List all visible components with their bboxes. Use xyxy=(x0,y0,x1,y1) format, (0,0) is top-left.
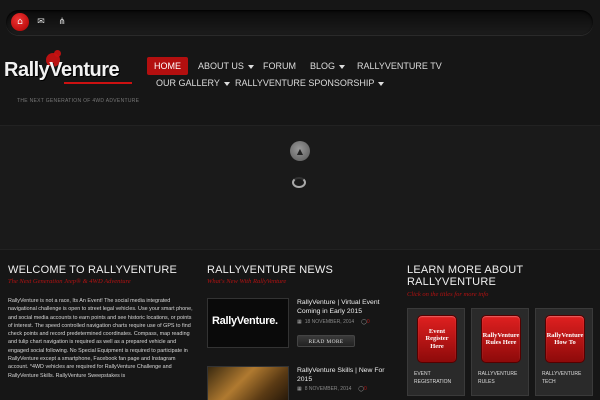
mail-icon[interactable]: ✉ xyxy=(32,13,50,31)
news-item-meta: ▦ 18 NOVEMBER, 2014 ◯0 xyxy=(297,319,370,325)
logo-text: RallyVenture xyxy=(4,59,120,81)
tile-caption[interactable]: EVENT REGISTRATION xyxy=(414,371,464,386)
learn-title: LEARN MORE ABOUT RALLYVENTURE xyxy=(407,264,524,288)
caret-down-icon xyxy=(223,81,230,86)
nav-item-home[interactable]: HOME xyxy=(147,57,188,75)
news-thumbnail[interactable]: RallyVenture. xyxy=(207,298,289,348)
news-subtitle: What's New With RallyVenture xyxy=(207,278,287,285)
news-thumbnail[interactable] xyxy=(207,366,289,400)
caret-down-icon xyxy=(339,64,346,69)
nav-item-label: BLOG xyxy=(310,61,336,71)
home-icon[interactable]: ⌂ xyxy=(11,13,29,31)
calendar-icon: ▦ xyxy=(297,319,302,325)
loading-spinner-icon xyxy=(292,177,306,188)
tile-caption[interactable]: RALLYVENTURE TECH xyxy=(542,371,592,386)
tagline: THE NEXT GENERATION OF 4WD ADVENTURE xyxy=(17,98,140,104)
top-utility-bar: ⌂ ✉ ⋔ xyxy=(6,10,593,35)
welcome-section: WELCOME TO RALLYVENTURE The Next Generat… xyxy=(8,264,193,380)
tile-rallyventure-rules[interactable]: RallyVenture Rules Here RALLYVENTURE RUL… xyxy=(471,308,529,396)
learn-subtitle: Click on the titles for more info xyxy=(407,291,489,298)
tile-event-registration[interactable]: Event Register Here EVENT REGISTRATION xyxy=(407,308,465,396)
nav-item-label: FORUM xyxy=(263,61,296,71)
nav-item-rallyventure-tv[interactable]: RALLYVENTURE TV xyxy=(357,57,442,75)
news-item-title[interactable]: RallyVenture | Virtual Event Coming in E… xyxy=(297,298,392,316)
tile-caption[interactable]: RALLYVENTURE RULES xyxy=(478,371,528,386)
caret-down-icon xyxy=(247,64,254,69)
nav-item-about-us[interactable]: ABOUT US xyxy=(198,57,254,75)
nav-item-sponsorship[interactable]: RALLYVENTURE SPONSORSHIP xyxy=(235,74,385,92)
news-item-date: 18 NOVEMBER, 2014 xyxy=(304,319,355,325)
news-item-comment-count[interactable]: 0 xyxy=(367,319,370,325)
logo-underline xyxy=(64,82,132,84)
calendar-icon: ▦ xyxy=(297,386,302,392)
nav-item-label: RALLYVENTURE SPONSORSHIP xyxy=(235,78,375,88)
chevron-up-icon[interactable]: ▲ xyxy=(290,141,310,161)
learn-more-section: LEARN MORE ABOUT RALLYVENTURE Click on t… xyxy=(407,264,593,396)
nav-item-blog[interactable]: BLOG xyxy=(310,57,346,75)
nav-item-our-gallery[interactable]: OUR GALLERY xyxy=(156,74,230,92)
rules-button[interactable]: RallyVenture Rules Here xyxy=(481,315,521,363)
how-to-button[interactable]: RallyVenture How To xyxy=(545,315,585,363)
logo-splatter-icon xyxy=(54,50,61,57)
nav-item-label: OUR GALLERY xyxy=(156,78,220,88)
site-logo[interactable]: RallyVenture xyxy=(4,50,132,86)
tagline-bar: THE NEXT GENERATION OF 4WD ADVENTURE xyxy=(0,96,600,110)
welcome-body: RallyVenture is not a race, Its An Event… xyxy=(8,298,193,379)
tile-rallyventure-tech[interactable]: RallyVenture How To RALLYVENTURE TECH xyxy=(535,308,593,396)
news-section: RALLYVENTURE NEWS What's New With RallyV… xyxy=(207,264,392,400)
nav-item-label: ABOUT US xyxy=(198,61,244,71)
news-item-comment-count[interactable]: 0 xyxy=(364,386,367,392)
nav-item-forum[interactable]: FORUM xyxy=(263,57,296,75)
news-title: RALLYVENTURE NEWS xyxy=(207,264,334,276)
news-item-date: 8 NOVEMBER, 2014 xyxy=(304,386,352,392)
nav-item-label: RALLYVENTURE TV xyxy=(357,61,442,71)
thumbnail-logo-text: RallyVenture. xyxy=(212,315,278,327)
news-item-title[interactable]: RallyVenture Skills | New For 2015 xyxy=(297,366,392,384)
read-more-button[interactable]: READ MORE xyxy=(297,335,355,347)
welcome-title: WELCOME TO RALLYVENTURE xyxy=(8,264,178,276)
caret-down-icon xyxy=(378,81,385,86)
welcome-subtitle: The Next Generation Jeep® & 4WD Adventur… xyxy=(8,278,131,285)
hero-slider: ▲ xyxy=(0,125,600,250)
event-register-button[interactable]: Event Register Here xyxy=(417,315,457,363)
news-item-meta: ▦ 8 NOVEMBER, 2014 ◯0 xyxy=(297,386,367,392)
nav-item-label: HOME xyxy=(154,61,181,71)
sitemap-icon[interactable]: ⋔ xyxy=(53,13,71,31)
